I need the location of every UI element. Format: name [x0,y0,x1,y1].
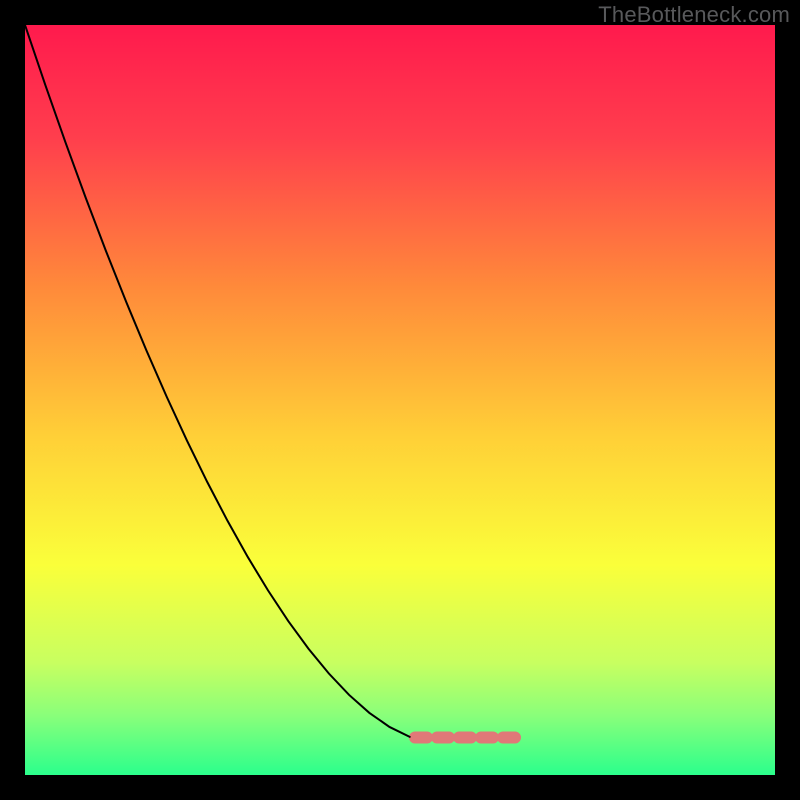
chart-svg [25,25,775,775]
heat-gradient-rect [25,25,775,775]
plot-area [25,25,775,775]
chart-frame: TheBottleneck.com [0,0,800,800]
